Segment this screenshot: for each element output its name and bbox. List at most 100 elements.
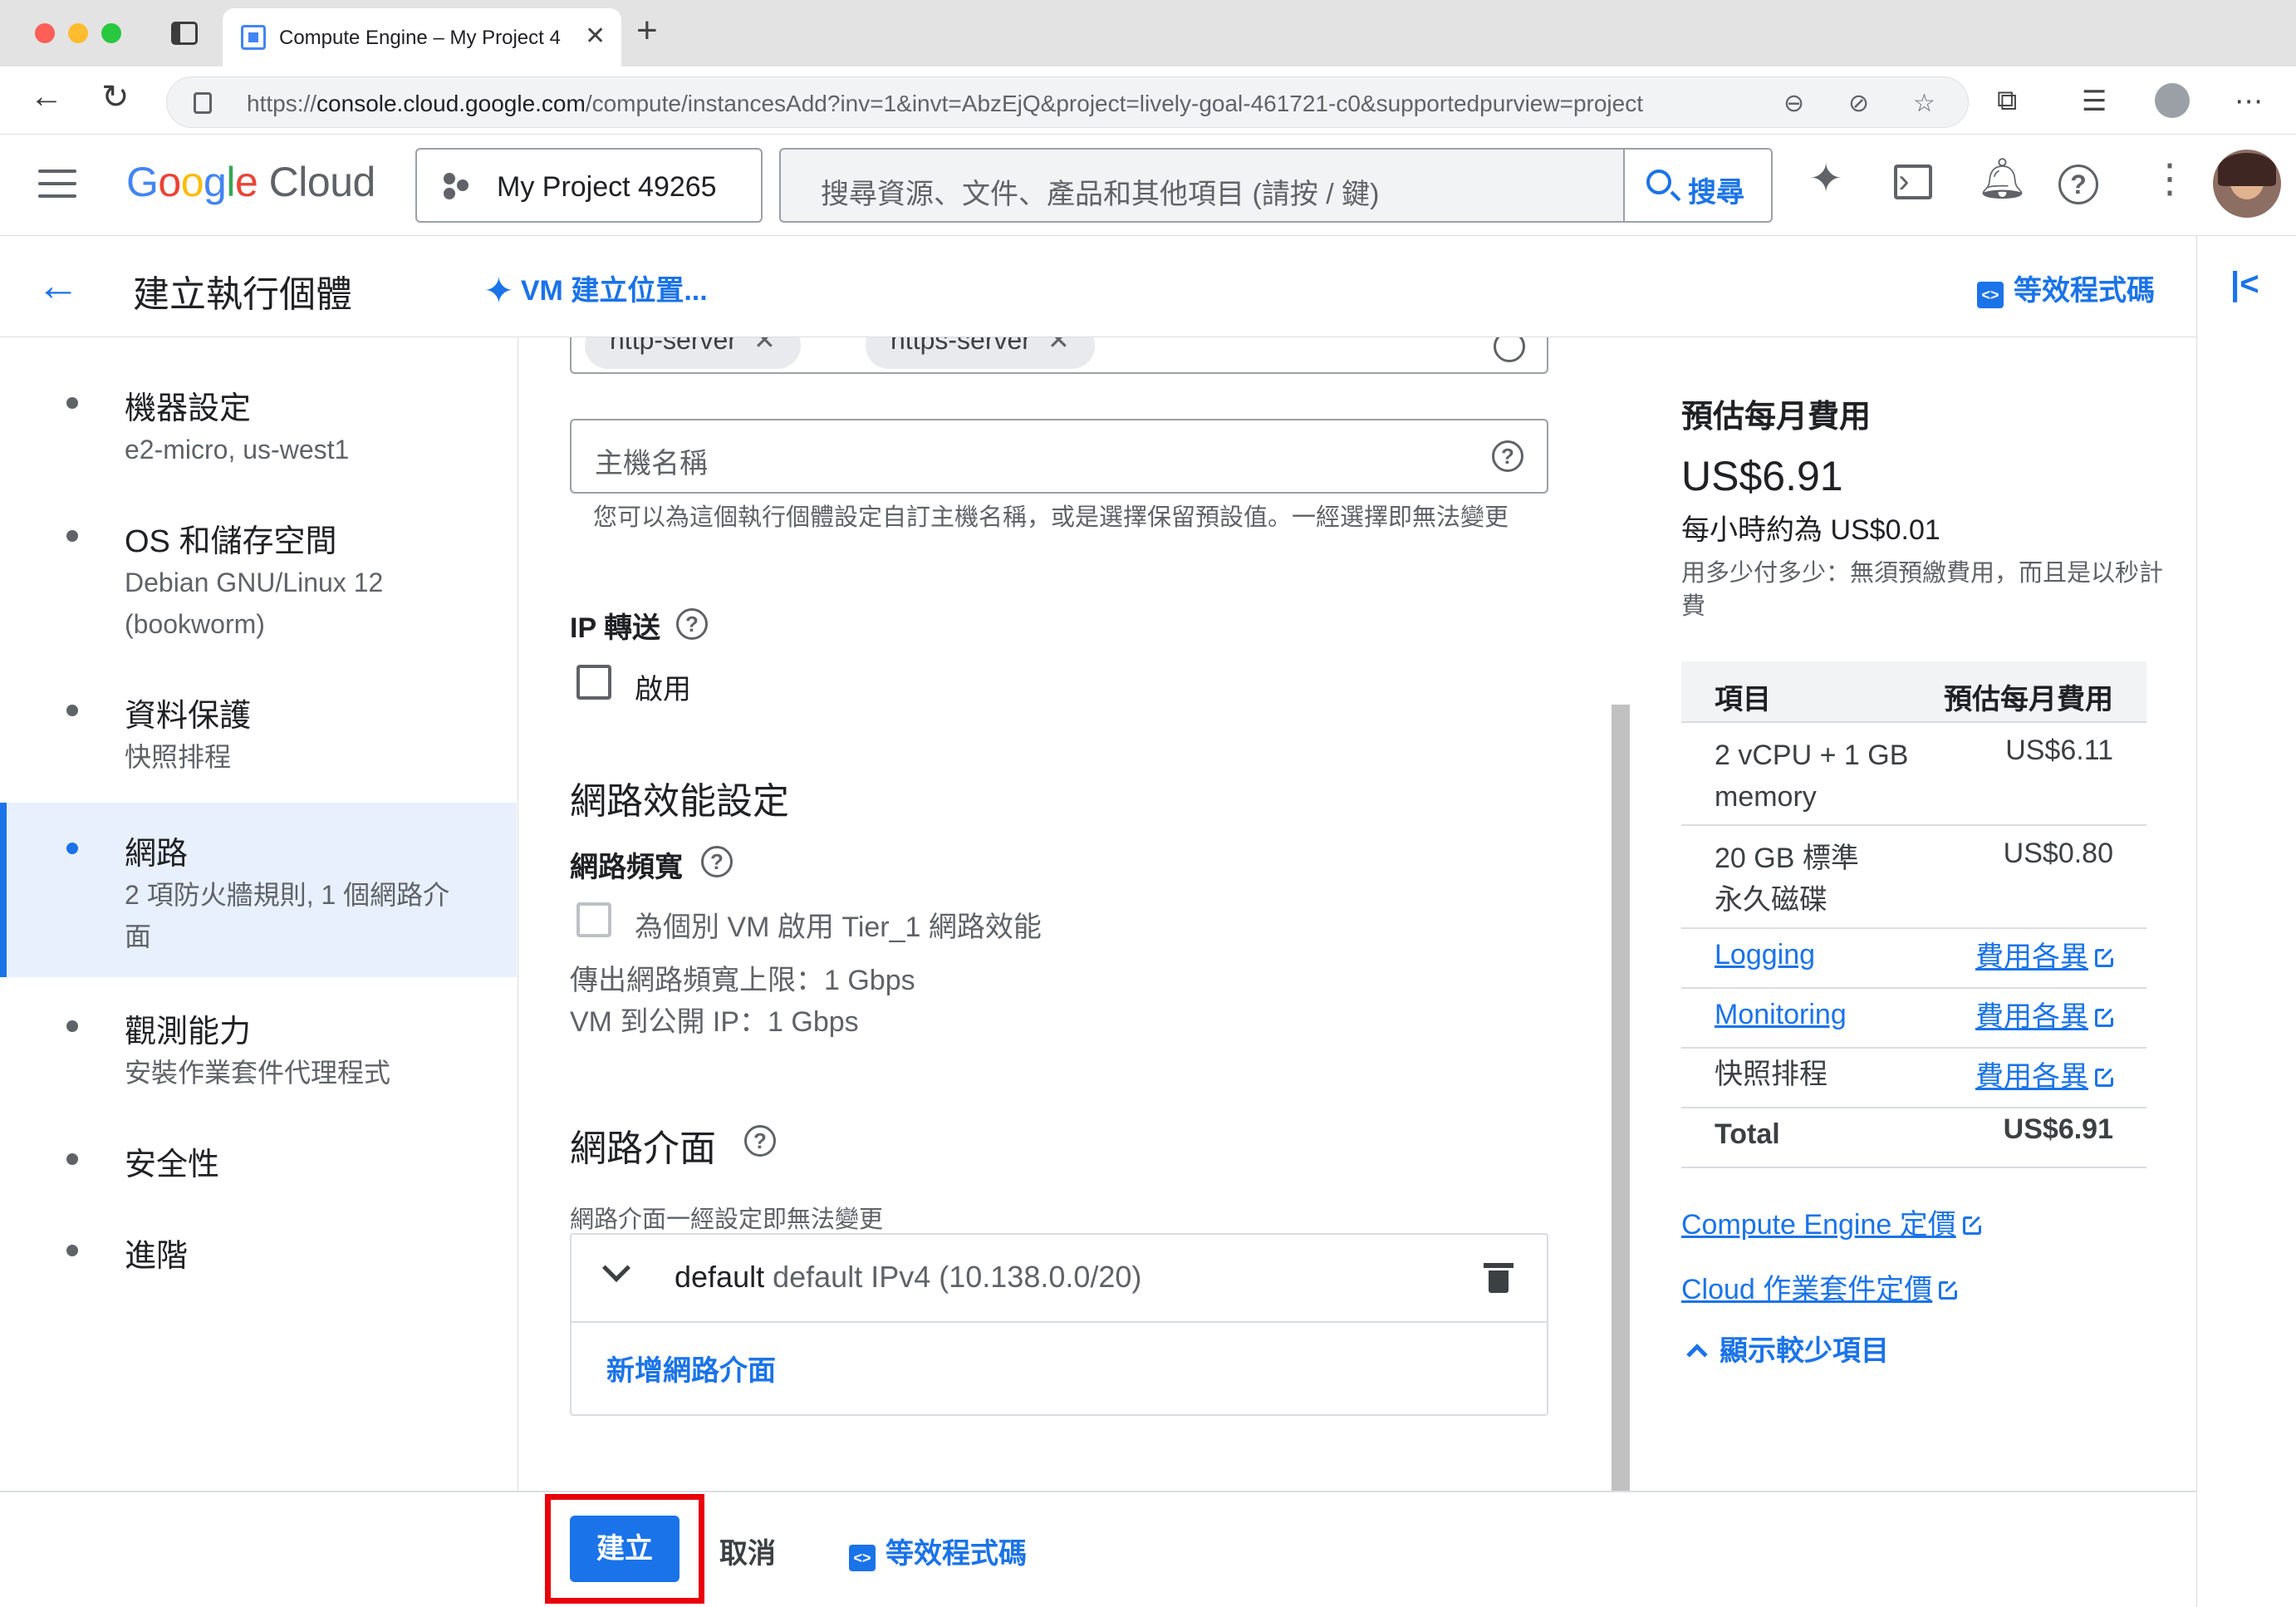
tracking-prevention-icon[interactable]: ⊘ (1848, 89, 1869, 118)
back-arrow-icon[interactable]: ← (37, 261, 80, 311)
url-text: https://console.cloud.google.com/compute… (247, 91, 1643, 116)
create-button[interactable]: 建立 (570, 1516, 679, 1582)
step-bullet (66, 843, 78, 854)
step-subtitle: Debian GNU/Linux 12 (bookworm) (125, 568, 384, 639)
cloud-shell-icon[interactable]: ›_ (1894, 165, 1932, 199)
main-menu-icon[interactable] (38, 170, 76, 198)
address-bar[interactable]: https://console.cloud.google.com/compute… (166, 76, 1969, 128)
vm-location-link[interactable]: ✦ VM 建立位置... (483, 268, 708, 312)
logging-link[interactable]: Logging (1715, 934, 1931, 976)
user-avatar[interactable] (2213, 150, 2281, 218)
tag-chip[interactable]: https-server ✕ (866, 337, 1095, 369)
hostname-help-icon[interactable]: ? (1492, 440, 1523, 472)
table-row: Monitoring 費用各異 (1681, 989, 2146, 1049)
console-header: Google Cloud My Project 49265 搜尋資源、文件、產品… (0, 135, 2296, 236)
step-observability[interactable]: 觀測能力 安裝作業套件代理程式 (0, 985, 517, 1102)
hostname-help-text: 您可以為這個執行個體設定自訂主機名稱，或是選擇保留預設值。一經選擇即無法變更 (593, 504, 1509, 531)
window-zoom-button[interactable] (101, 23, 121, 43)
hostname-input[interactable]: 主機名稱 ? (570, 419, 1548, 494)
step-machine-config[interactable]: 機器設定 e2-micro, us-west1 (0, 362, 517, 470)
delete-icon[interactable] (1484, 1263, 1513, 1293)
bandwidth-label: 網路頻寬 (570, 852, 683, 883)
row-value: US$0.80 (2003, 838, 2113, 869)
code-icon: <> (849, 1545, 876, 1571)
snapshot-cost-link[interactable]: 費用各異 (1975, 1054, 2116, 1094)
chip-remove-icon[interactable]: ✕ (753, 337, 776, 355)
reload-icon[interactable]: ↻ (101, 78, 130, 116)
settings-more-icon[interactable]: ⋮ (2150, 160, 2190, 199)
equivalent-code-footer-button[interactable]: <> 等效程式碼 (849, 1531, 1027, 1571)
more-menu-icon[interactable]: ⋯ (2235, 85, 2263, 118)
window-close-button[interactable] (35, 23, 55, 43)
egress-limit-text: 傳出網路頻寬上限：1 Gbps (570, 965, 915, 996)
row-item: 20 GB 標準永久磁碟 (1715, 843, 1859, 916)
step-title: 資料保護 (125, 699, 252, 734)
help-icon[interactable]: ? (2058, 165, 2098, 204)
code-icon: <> (1977, 282, 2004, 308)
browser-tab[interactable]: Compute Engine – My Project 4 ✕ (223, 8, 621, 66)
nic-note: 網路介面一經設定即無法變更 (570, 1206, 884, 1233)
network-interface-row[interactable]: default default IPv4 (10.138.0.0/20) (572, 1235, 1547, 1323)
notifications-bell-icon[interactable]: 🔔︎ (1977, 160, 2028, 199)
google-cloud-logo[interactable]: Google Cloud (126, 158, 375, 206)
window-minimize-button[interactable] (68, 23, 88, 43)
tag-chip[interactable]: http-server ✕ (585, 337, 801, 369)
chevron-down-icon[interactable] (602, 1254, 630, 1282)
cost-amount: US$6.91 (1681, 453, 1843, 499)
scrollbar[interactable] (1612, 705, 1630, 1491)
cancel-button[interactable]: 取消 (719, 1531, 776, 1571)
browser-toolbar: ← ↻ https://console.cloud.google.com/com… (0, 66, 2296, 135)
external-link-icon (1962, 1214, 1984, 1235)
step-networking[interactable]: 網路 2 項防火牆規則, 1 個網路介面 (0, 803, 517, 977)
step-subtitle: e2-micro, us-west1 (125, 435, 350, 464)
right-rail: |< (2196, 236, 2296, 1607)
project-name: My Project 49265 (497, 171, 717, 203)
add-network-interface-link[interactable]: 新增網路介面 (606, 1348, 776, 1388)
cost-table-header: 項目 預估每月費用 (1681, 661, 2146, 723)
step-advanced[interactable]: 進階 (0, 1210, 517, 1293)
search-input[interactable]: 搜尋資源、文件、產品和其他項目 (請按 / 鍵) 搜尋 (779, 148, 1773, 223)
sidebar-toggle-icon[interactable] (171, 22, 198, 45)
chip-remove-icon[interactable]: ✕ (1047, 337, 1070, 355)
public-ip-limit-text: VM 到公開 IP：1 Gbps (570, 1006, 859, 1038)
search-placeholder: 搜尋資源、文件、產品和其他項目 (請按 / 鍵) (821, 179, 1380, 210)
project-picker-button[interactable]: My Project 49265 (415, 148, 763, 223)
page-title-bar: ← 建立執行個體 ✦ VM 建立位置... <> 等效程式碼 (0, 236, 2196, 337)
tier1-checkbox-label: 為個別 VM 啟用 Tier_1 網路效能 (635, 912, 1042, 943)
favorites-icon[interactable]: ☰ (2082, 85, 2107, 118)
step-security[interactable]: 安全性 (0, 1118, 517, 1202)
cost-title: 預估每月費用 (1681, 400, 1872, 435)
ip-forwarding-checkbox-label: 啟用 (635, 674, 691, 705)
external-link-icon (2095, 1006, 2116, 1027)
action-footer (0, 1491, 2196, 1607)
new-tab-icon[interactable]: + (636, 10, 658, 52)
search-button[interactable]: 搜尋 (1623, 150, 1771, 221)
equivalent-code-button[interactable]: <> 等效程式碼 (1977, 268, 2155, 308)
bandwidth-help-icon[interactable]: ? (701, 846, 733, 877)
ip-forwarding-checkbox[interactable] (576, 665, 611, 700)
tier1-checkbox[interactable] (576, 902, 611, 937)
step-subtitle: 快照排程 (125, 742, 232, 772)
show-less-button[interactable]: 顯示較少項目 (1686, 1328, 1889, 1369)
monitoring-link[interactable]: Monitoring (1715, 994, 1931, 1035)
ip-forwarding-help-icon[interactable]: ? (676, 608, 708, 640)
logging-cost-link[interactable]: 費用各異 (1975, 934, 2116, 975)
network-tags-field[interactable]: http-server ✕ https-server ✕ (570, 337, 1548, 374)
browser-profile-icon[interactable] (2155, 83, 2190, 118)
network-interfaces-help-icon[interactable]: ? (744, 1125, 776, 1157)
gemini-sparkle-icon[interactable]: ✦ (1809, 160, 1842, 199)
step-os-storage[interactable]: OS 和儲存空間 Debian GNU/Linux 12 (bookworm) (0, 495, 517, 653)
tags-help-icon[interactable] (1494, 337, 1525, 362)
network-interface-list: default default IPv4 (10.138.0.0/20) 新增網… (570, 1233, 1548, 1416)
step-data-protection[interactable]: 資料保護 快照排程 (0, 670, 517, 786)
back-icon[interactable]: ← (30, 78, 63, 115)
favorite-star-icon[interactable]: ☆ (1913, 89, 1935, 118)
external-link-icon (1939, 1279, 1960, 1300)
tab-close-icon[interactable]: ✕ (585, 22, 606, 51)
cloud-ops-pricing-link[interactable]: Cloud 作業套件定價 (1681, 1266, 1960, 1307)
extensions-icon[interactable]: ⧉ (1997, 85, 2017, 117)
zoom-icon[interactable]: ⊖ (1783, 89, 1804, 118)
collapse-panel-icon[interactable]: |< (2230, 266, 2259, 303)
compute-engine-pricing-link[interactable]: Compute Engine 定價 (1681, 1202, 1984, 1242)
monitoring-cost-link[interactable]: 費用各異 (1975, 994, 2116, 1034)
